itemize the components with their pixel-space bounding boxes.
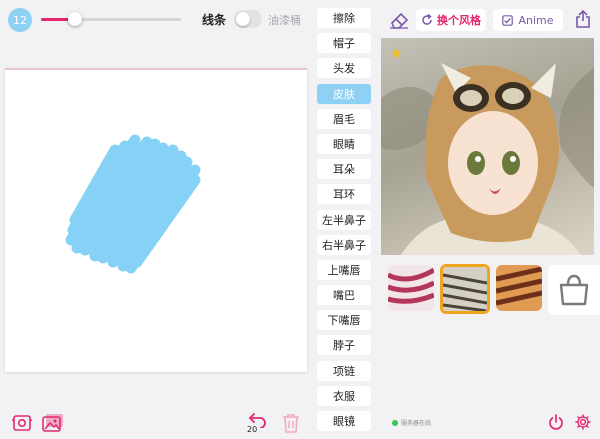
status-dot xyxy=(392,419,398,426)
trash-icon[interactable] xyxy=(282,413,302,433)
change-style-label: 换个风格 xyxy=(437,14,481,27)
gear-icon[interactable] xyxy=(575,414,591,434)
style-thumbnail[interactable] xyxy=(388,265,434,311)
lines-toggle-knob xyxy=(236,12,250,26)
style-store-button[interactable] xyxy=(548,265,600,315)
generated-preview-image[interactable] xyxy=(381,38,594,255)
part-item[interactable]: 耳环 xyxy=(317,184,371,205)
drawing-canvas[interactable] xyxy=(5,68,307,372)
style-thumbnail-selected[interactable] xyxy=(440,264,490,314)
part-item[interactable]: 衣服 xyxy=(317,385,371,406)
camera-icon[interactable] xyxy=(12,413,32,433)
anime-label: Anime xyxy=(518,13,554,27)
favorite-star-icon[interactable]: ★ xyxy=(390,46,403,62)
server-status-text: 服务器在线 xyxy=(401,420,432,427)
undo-count: 20 xyxy=(247,425,258,434)
brush-size-slider[interactable] xyxy=(41,12,181,26)
shopping-bag-icon xyxy=(559,274,589,306)
face-part-list: 擦除帽子头发皮肤眉毛眼睛耳朵耳环左半鼻子右半鼻子上嘴唇嘴巴下嘴唇脖子项链衣服眼镜 xyxy=(317,8,373,436)
eraser-icon[interactable] xyxy=(389,11,409,33)
share-icon[interactable] xyxy=(576,9,590,32)
brush-size-badge[interactable]: 12 xyxy=(8,8,32,32)
lines-label: 线条 xyxy=(202,13,227,27)
refresh-icon xyxy=(422,14,432,25)
part-item[interactable]: 下嘴唇 xyxy=(317,310,371,331)
part-item[interactable]: 嘴巴 xyxy=(317,285,371,306)
part-item[interactable]: 耳朵 xyxy=(317,159,371,180)
part-item[interactable]: 眉毛 xyxy=(317,108,371,129)
part-item[interactable]: 上嘴唇 xyxy=(317,259,371,280)
brush-size-slider-thumb[interactable] xyxy=(67,12,82,26)
drawing-strokes xyxy=(65,134,201,274)
part-item[interactable]: 项链 xyxy=(317,360,371,381)
change-style-button[interactable]: 换个风格 xyxy=(416,9,486,31)
part-item[interactable]: 头发 xyxy=(317,58,371,79)
part-item[interactable]: 右半鼻子 xyxy=(317,234,371,255)
gallery-icon[interactable] xyxy=(42,413,63,433)
part-item[interactable]: 皮肤 xyxy=(317,83,371,104)
paint-bucket-label[interactable]: 油漆桶 xyxy=(268,12,301,28)
part-item[interactable]: 帽子 xyxy=(317,33,371,54)
lines-toggle[interactable] xyxy=(234,10,262,28)
part-item[interactable]: 擦除 xyxy=(317,8,371,28)
part-item[interactable]: 脖子 xyxy=(317,335,371,356)
server-status: 服务器在线 xyxy=(392,418,431,427)
checkbox-icon xyxy=(502,14,514,26)
style-thumbnail[interactable] xyxy=(496,265,542,311)
part-item[interactable]: 眼镜 xyxy=(317,411,371,431)
anime-style-button[interactable]: Anime xyxy=(493,9,563,31)
part-item[interactable]: 左半鼻子 xyxy=(317,209,371,230)
power-icon[interactable] xyxy=(548,414,564,434)
part-item[interactable]: 眼睛 xyxy=(317,133,371,154)
